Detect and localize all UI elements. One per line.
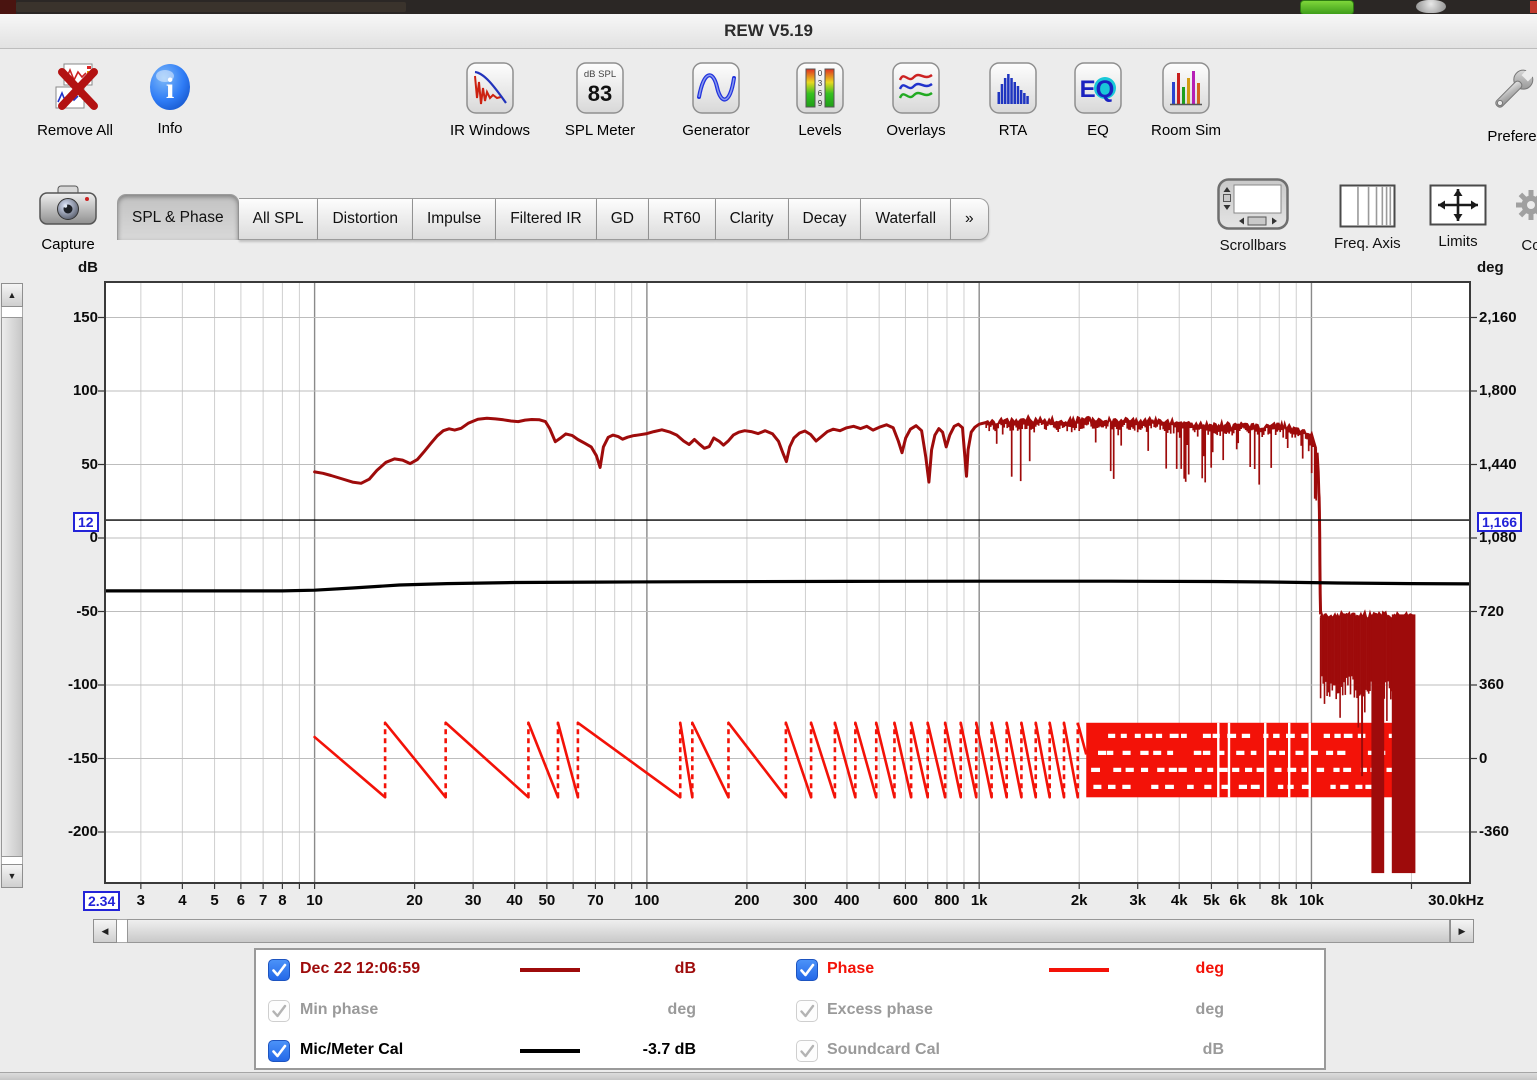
legend-label-phase: Phase <box>827 960 874 978</box>
checkbox-dec-22-12-06-59[interactable] <box>268 959 290 981</box>
legend-label-excess-phase: Excess phase <box>827 1001 933 1019</box>
x-axis-tick: 30.0kHz <box>1404 892 1484 909</box>
trace-legend: Dec 22 12:06:59 dB Min phase deg Mic/Meter… <box>254 948 1326 1070</box>
checkbox-excess-phase[interactable] <box>796 1000 818 1022</box>
checkbox-phase[interactable] <box>796 959 818 981</box>
legend-value-min-phase: deg <box>576 1001 696 1019</box>
checkbox-min-phase[interactable] <box>268 1000 290 1022</box>
y-left-tick: 150 <box>30 309 98 326</box>
legend-label-min-phase: Min phase <box>300 1001 378 1019</box>
cursor-deg-readout[interactable]: 1,166 <box>1477 512 1522 532</box>
rew-window: REW V5.19 Remove All i Info IR Windows d… <box>0 0 1537 1080</box>
legend-value-dec-22-12-06-59: dB <box>576 960 696 978</box>
legend-swatch-mic-meter-cal <box>520 1049 580 1053</box>
legend-value-excess-phase: deg <box>1104 1001 1224 1019</box>
y-left-tick: 50 <box>30 456 98 473</box>
legend-label-soundcard-cal: Soundcard Cal <box>827 1041 940 1059</box>
x-axis-tick: 10k <box>1271 892 1351 909</box>
x-axis-tick: 100 <box>607 892 687 909</box>
horizontal-scrollbar[interactable]: ◀ ▶ <box>93 919 1472 943</box>
legend-swatch-phase <box>1049 968 1109 972</box>
y-right-tick: 360 <box>1479 676 1537 693</box>
y-left-tick: -100 <box>30 676 98 693</box>
legend-value-soundcard-cal: dB <box>1104 1041 1224 1059</box>
legend-label-mic-meter-cal: Mic/Meter Cal <box>300 1041 403 1059</box>
y-right-tick: 2,160 <box>1479 309 1537 326</box>
x-axis-tick: 1k <box>939 892 1019 909</box>
y-right-tick: 720 <box>1479 603 1537 620</box>
legend-swatch-dec-22-12-06-59 <box>520 968 580 972</box>
checkbox-soundcard-cal[interactable] <box>796 1040 818 1062</box>
legend-value-mic-meter-cal: -3.7 dB <box>576 1041 696 1059</box>
scroll-left-arrow[interactable]: ◀ <box>93 919 117 943</box>
window-bottom-strip <box>0 1072 1537 1080</box>
scroll-right-arrow[interactable]: ▶ <box>1450 919 1474 943</box>
cursor-freq-readout[interactable]: 2.34 <box>83 891 120 911</box>
legend-label-dec-22-12-06-59: Dec 22 12:06:59 <box>300 960 420 978</box>
y-right-tick: -360 <box>1479 823 1537 840</box>
y-left-tick: 100 <box>30 382 98 399</box>
y-left-tick: -50 <box>30 603 98 620</box>
checkbox-mic-meter-cal[interactable] <box>268 1040 290 1062</box>
horizontal-scroll-thumb[interactable] <box>127 919 1450 943</box>
y-right-tick: 0 <box>1479 750 1537 767</box>
y-left-tick: -200 <box>30 823 98 840</box>
legend-value-phase: deg <box>1104 960 1224 978</box>
cursor-db-readout[interactable]: 12 <box>73 512 99 532</box>
spl-phase-graph[interactable] <box>0 0 1537 1080</box>
y-left-tick: -150 <box>30 750 98 767</box>
y-right-tick: 1,800 <box>1479 382 1537 399</box>
x-axis-tick: 10 <box>275 892 355 909</box>
y-right-tick: 1,440 <box>1479 456 1537 473</box>
